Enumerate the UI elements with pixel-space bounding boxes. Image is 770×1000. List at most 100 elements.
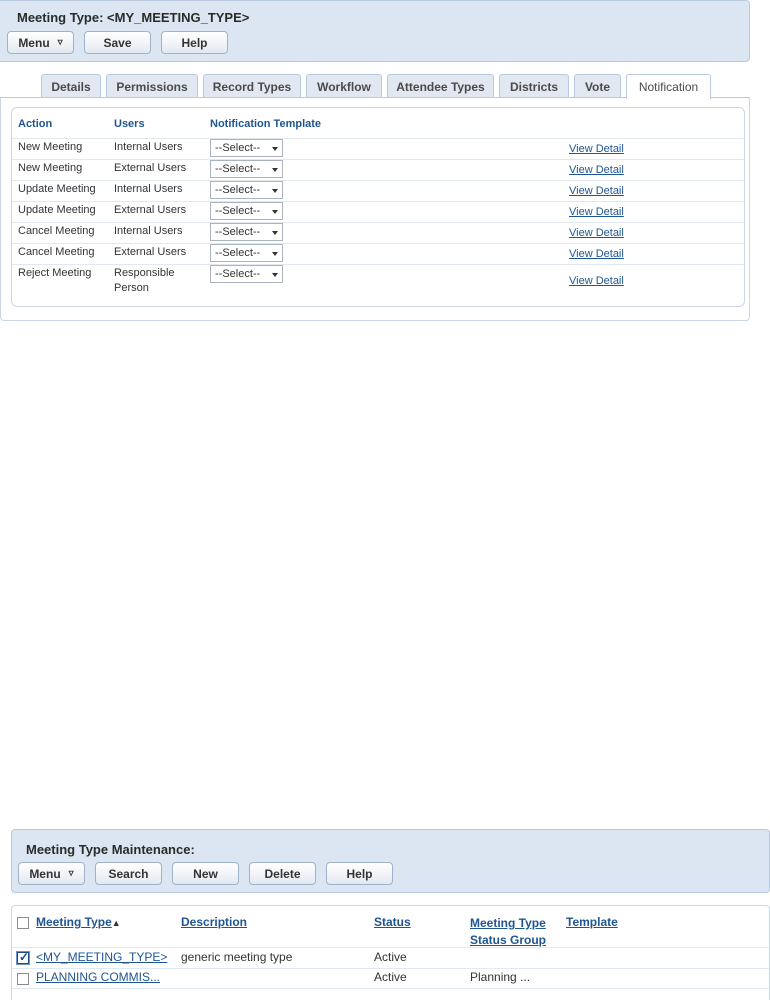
row-action: Cancel Meeting	[18, 225, 95, 237]
tab-label: Vote	[584, 79, 611, 94]
column-header-status-group[interactable]: Meeting Type Status Group	[470, 915, 546, 949]
row-action: Reject Meeting	[18, 267, 92, 279]
row-status-group: Planning ...	[470, 970, 531, 984]
tab-details[interactable]: Details	[41, 74, 101, 98]
row-action: Update Meeting	[18, 204, 96, 216]
row-divider	[12, 988, 769, 989]
row-users: Internal Users	[114, 141, 183, 153]
checkmark-icon: ✓	[19, 950, 30, 964]
save-button[interactable]: Save	[84, 31, 151, 54]
tab-label: Workflow	[317, 79, 371, 94]
row-checkbox[interactable]: ✓	[17, 950, 30, 964]
chevron-down-icon	[272, 147, 278, 151]
row-users: Internal Users	[114, 183, 183, 195]
sort-ascending-icon: ▲	[111, 918, 121, 928]
row-users: External Users	[114, 204, 187, 216]
chevron-down-icon	[272, 210, 278, 214]
notification-template-select[interactable]: --Select--	[210, 181, 283, 199]
delete-button-label: Delete	[264, 866, 301, 881]
tab-notification[interactable]: Notification	[626, 74, 711, 99]
row-divider	[12, 138, 744, 139]
notification-template-select[interactable]: --Select--	[210, 244, 283, 262]
select-value: --Select--	[215, 163, 261, 175]
column-header-meeting-type[interactable]: Meeting Type▲	[36, 915, 121, 929]
select-value: --Select--	[215, 184, 261, 196]
row-users: Responsible Person	[114, 266, 175, 296]
notification-template-select[interactable]: --Select--	[210, 265, 283, 283]
view-detail-link[interactable]: View Detail	[569, 206, 624, 218]
menu-dropdown-icon: ▿	[68, 867, 74, 879]
row-action: Cancel Meeting	[18, 246, 95, 258]
view-detail-link[interactable]: View Detail	[569, 275, 624, 287]
row-divider	[12, 180, 744, 181]
column-header-users: Users	[114, 118, 145, 130]
chevron-down-icon	[272, 252, 278, 256]
row-users-line: Responsible	[114, 267, 175, 279]
view-detail-link[interactable]: View Detail	[569, 227, 624, 239]
column-header-action: Action	[18, 118, 53, 130]
view-detail-link[interactable]: View Detail	[569, 164, 624, 176]
meeting-type-link[interactable]: <MY_MEETING_TYPE>	[36, 950, 167, 964]
chevron-down-icon	[272, 273, 278, 277]
column-header-notification-template: Notification Template	[210, 118, 322, 130]
select-all-checkbox[interactable]	[17, 917, 29, 929]
new-button-label: New	[193, 866, 218, 881]
tab-label: Notification	[638, 80, 699, 94]
column-header-status[interactable]: Status	[374, 915, 411, 929]
help-button-label: Help	[346, 866, 373, 881]
row-divider	[12, 222, 744, 223]
row-action: New Meeting	[18, 141, 83, 153]
tab-label: Details	[51, 79, 91, 94]
column-header-template[interactable]: Template	[566, 915, 618, 929]
notification-template-select[interactable]: --Select--	[210, 202, 283, 220]
notification-template-select[interactable]: --Select--	[210, 139, 283, 157]
row-divider	[12, 968, 769, 969]
row-status: Active	[374, 950, 407, 964]
select-value: --Select--	[215, 247, 261, 259]
row-checkbox[interactable]	[17, 973, 29, 985]
chevron-down-icon	[272, 168, 278, 172]
tab-label: Attendee Types	[396, 79, 485, 94]
notification-template-select[interactable]: --Select--	[210, 223, 283, 241]
tab-workflow[interactable]: Workflow	[306, 74, 382, 98]
row-divider	[12, 201, 744, 202]
row-users-line: Person	[114, 282, 149, 294]
row-divider	[12, 243, 744, 244]
help-button[interactable]: Help	[326, 862, 393, 885]
tab-attendee-types[interactable]: Attendee Types	[387, 74, 494, 98]
select-value: --Select--	[215, 268, 261, 280]
new-button[interactable]: New	[172, 862, 239, 885]
menu-dropdown-icon: ▿	[57, 36, 63, 48]
view-detail-link[interactable]: View Detail	[569, 143, 624, 155]
row-description: generic meeting type	[181, 950, 293, 964]
search-button[interactable]: Search	[95, 862, 162, 885]
chevron-down-icon	[272, 231, 278, 235]
search-button-label: Search	[108, 866, 149, 881]
tab-districts[interactable]: Districts	[499, 74, 569, 98]
notification-template-select[interactable]: --Select--	[210, 160, 283, 178]
select-value: --Select--	[215, 226, 261, 238]
menu-button[interactable]: Menu ▿	[18, 862, 85, 885]
view-detail-link[interactable]: View Detail	[569, 248, 624, 260]
row-divider	[12, 159, 744, 160]
column-header-description[interactable]: Description	[181, 915, 247, 929]
menu-button-label: Menu	[18, 35, 50, 50]
row-users: External Users	[114, 162, 187, 174]
tab-vote[interactable]: Vote	[574, 74, 621, 98]
delete-button[interactable]: Delete	[249, 862, 316, 885]
row-users: External Users	[114, 246, 187, 258]
help-button[interactable]: Help	[161, 31, 228, 54]
view-detail-link[interactable]: View Detail	[569, 185, 624, 197]
save-button-label: Save	[103, 35, 132, 50]
tab-record-types[interactable]: Record Types	[203, 74, 301, 98]
tab-label: Record Types	[212, 79, 292, 94]
meeting-type-link[interactable]: PLANNING COMMIS...	[36, 970, 160, 984]
menu-button-label: Menu	[29, 866, 61, 881]
row-divider	[12, 264, 744, 265]
row-action: Update Meeting	[18, 183, 96, 195]
help-button-label: Help	[181, 35, 208, 50]
tab-permissions[interactable]: Permissions	[106, 74, 198, 98]
row-action: New Meeting	[18, 162, 83, 174]
menu-button[interactable]: Menu ▿	[7, 31, 74, 54]
row-divider	[12, 947, 769, 948]
